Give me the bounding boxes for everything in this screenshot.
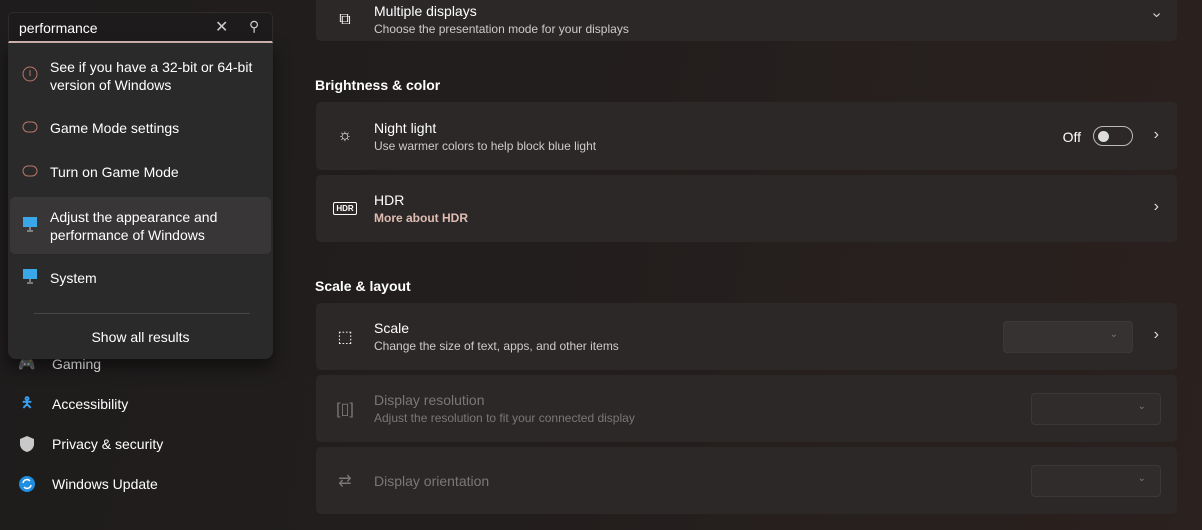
shield-icon bbox=[18, 435, 36, 453]
sidebar-item-label: Privacy & security bbox=[52, 436, 164, 452]
sidebar-item-windows-update[interactable]: Windows Update bbox=[18, 475, 158, 493]
chevron-down-icon[interactable]: › bbox=[1147, 12, 1165, 17]
chevron-right-icon[interactable]: › bbox=[1154, 126, 1159, 144]
show-all-results-button[interactable]: Show all results bbox=[8, 329, 273, 345]
card-subtitle: Change the size of text, apps, and other… bbox=[374, 339, 619, 353]
result-label: See if you have a 32-bit or 64-bit versi… bbox=[50, 59, 253, 93]
search-result[interactable]: Adjust the appearance and performance of… bbox=[10, 197, 271, 254]
multiple-displays-icon: ⧉ bbox=[339, 10, 351, 28]
accessibility-icon: 🯅 bbox=[20, 394, 34, 410]
monitor-icon bbox=[22, 216, 38, 236]
resolution-dropdown[interactable]: ⌄ bbox=[1031, 393, 1161, 425]
chevron-down-icon: ⌄ bbox=[1137, 473, 1146, 484]
card-title: Display resolution bbox=[374, 392, 485, 408]
card-title: Multiple displays bbox=[374, 3, 477, 19]
search-result[interactable]: Game Mode settings bbox=[10, 119, 271, 137]
scale-card[interactable]: ⬚ Scale Change the size of text, apps, an… bbox=[316, 303, 1177, 370]
search-icon[interactable]: ⚲ bbox=[249, 18, 259, 35]
update-icon bbox=[18, 475, 36, 493]
result-label: Game Mode settings bbox=[50, 120, 180, 136]
hdr-card[interactable]: HDR HDR More about HDR › bbox=[316, 175, 1177, 242]
chevron-right-icon[interactable]: › bbox=[1154, 198, 1159, 216]
search-input[interactable]: performance ✕ ⚲ bbox=[8, 12, 273, 43]
toggle-state-label: Off bbox=[1062, 129, 1081, 145]
multiple-displays-card[interactable]: ⧉ Multiple displays Choose the presentati… bbox=[316, 0, 1177, 41]
result-label: Adjust the appearance and performance of… bbox=[50, 208, 218, 243]
result-label: System bbox=[50, 270, 97, 286]
monitor-icon bbox=[22, 268, 38, 288]
search-value: performance bbox=[19, 20, 98, 36]
sidebar-item-label: Windows Update bbox=[52, 476, 158, 492]
scale-icon: ⬚ bbox=[337, 328, 353, 346]
night-light-card[interactable]: ☼ Night light Use warmer colors to help b… bbox=[316, 102, 1177, 170]
resolution-icon: [▯] bbox=[336, 400, 354, 418]
gamepad-icon bbox=[22, 163, 38, 181]
close-icon[interactable]: ✕ bbox=[215, 17, 228, 37]
chevron-right-icon[interactable]: › bbox=[1154, 326, 1159, 344]
display-orientation-card: ⇄ Display orientation ⌄ bbox=[316, 447, 1177, 514]
card-title: Scale bbox=[374, 320, 410, 336]
chevron-down-icon: ⌄ bbox=[1137, 401, 1146, 412]
card-title: Display orientation bbox=[374, 472, 490, 489]
result-label: Turn on Game Mode bbox=[50, 164, 179, 180]
chevron-down-icon: ⌄ bbox=[1109, 329, 1118, 340]
card-title: HDR bbox=[374, 192, 405, 208]
search-result[interactable]: Turn on Game Mode bbox=[10, 163, 271, 181]
card-subtitle: Adjust the resolution to fit your connec… bbox=[374, 411, 635, 425]
section-heading: Brightness & color bbox=[315, 77, 441, 93]
night-light-toggle[interactable] bbox=[1093, 126, 1133, 146]
section-heading: Scale & layout bbox=[315, 278, 411, 294]
sidebar-item-privacy[interactable]: Privacy & security bbox=[18, 435, 163, 453]
orientation-dropdown[interactable]: ⌄ bbox=[1031, 465, 1161, 497]
orientation-icon: ⇄ bbox=[338, 472, 352, 490]
sidebar-item-label: Accessibility bbox=[52, 396, 129, 412]
scale-dropdown[interactable]: ⌄ bbox=[1003, 321, 1133, 353]
night-light-icon: ☼ bbox=[337, 127, 353, 144]
search-result[interactable]: See if you have a 32-bit or 64-bit versi… bbox=[10, 57, 271, 95]
search-result[interactable]: System bbox=[10, 269, 271, 287]
card-subtitle: Use warmer colors to help block blue lig… bbox=[374, 138, 597, 153]
search-results-dropdown: See if you have a 32-bit or 64-bit versi… bbox=[8, 43, 273, 359]
hdr-icon: HDR bbox=[316, 202, 374, 215]
display-resolution-card: [▯] Display resolution Adjust the resolut… bbox=[316, 375, 1177, 442]
more-about-hdr-link[interactable]: More about HDR bbox=[374, 211, 468, 225]
card-subtitle: Choose the presentation mode for your di… bbox=[374, 22, 629, 36]
gamepad-icon bbox=[22, 119, 38, 137]
info-icon bbox=[22, 66, 38, 86]
divider bbox=[34, 313, 250, 314]
sidebar-item-accessibility[interactable]: 🯅 Accessibility bbox=[18, 394, 129, 413]
card-title: Night light bbox=[374, 119, 437, 136]
